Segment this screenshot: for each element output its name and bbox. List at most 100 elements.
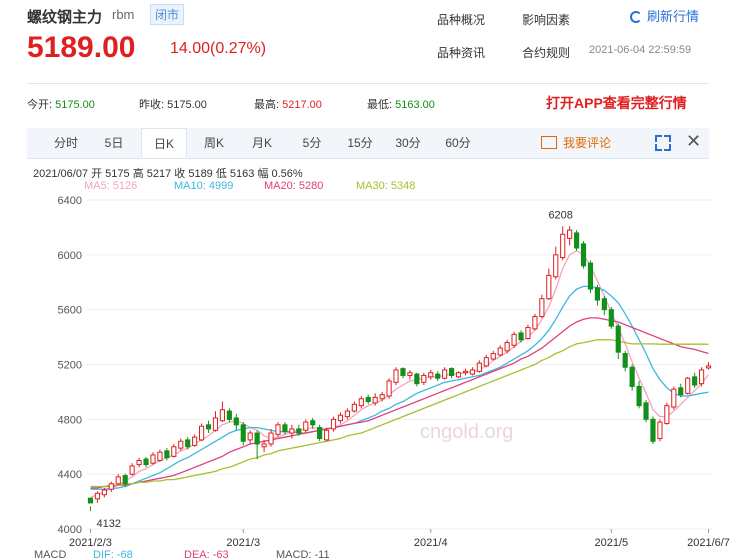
candle-body	[678, 387, 684, 396]
candle-body	[469, 369, 476, 375]
x-tick-label: 2021/5	[594, 537, 628, 549]
y-tick-label: 6400	[58, 195, 82, 207]
x-tick-label: 2021/3	[226, 537, 260, 549]
candle-body	[497, 347, 503, 356]
macd-label: DIF: -68	[93, 549, 133, 558]
candle-body	[247, 432, 253, 441]
candle-body	[324, 429, 330, 441]
min-price-label: 4132	[96, 518, 120, 530]
candle-body	[115, 476, 121, 485]
candle-body	[164, 450, 170, 459]
y-tick-label: 4400	[58, 469, 82, 481]
candle-body	[483, 357, 489, 367]
candle-body	[171, 446, 177, 457]
candle-body	[143, 458, 149, 466]
candle-body	[567, 229, 573, 239]
candle-body	[365, 396, 371, 403]
candle-body	[129, 465, 135, 475]
candle-body	[580, 243, 587, 267]
candle-body	[233, 417, 239, 426]
candle-body	[490, 353, 496, 360]
candle-body	[192, 436, 198, 446]
candle-body	[219, 409, 225, 422]
y-tick-label: 5600	[58, 305, 82, 317]
candle-body	[643, 402, 649, 420]
candle-body	[518, 332, 524, 341]
candle-body	[136, 459, 142, 466]
candle-body	[705, 365, 712, 369]
candle-body	[330, 418, 337, 430]
macd-label: MACD	[34, 549, 66, 558]
candle-body	[615, 325, 621, 353]
candle-body	[539, 298, 545, 318]
candle-body	[275, 424, 281, 435]
candle-body	[587, 262, 594, 290]
candle-body	[199, 425, 205, 441]
ma-line-ma5	[90, 249, 710, 499]
candle-body	[240, 424, 246, 442]
kline-chart[interactable]: 6400 6000 5600 5200 4800 4400 4000 cngold.org 20…	[0, 0, 731, 558]
candle-body	[636, 385, 642, 407]
candle-body	[629, 366, 635, 387]
y-tick-label: 5200	[58, 360, 82, 372]
candle-body	[449, 368, 455, 376]
candle-body	[261, 443, 267, 448]
candle-body	[511, 333, 517, 346]
candle-body	[699, 369, 705, 385]
candle-body	[421, 374, 427, 383]
y-tick-label: 4000	[58, 524, 82, 536]
candle-body	[122, 475, 128, 485]
candle-body	[601, 298, 607, 311]
candle-body	[157, 451, 163, 461]
candle-body	[622, 353, 628, 368]
candle-body	[386, 380, 392, 397]
candle-body	[379, 394, 385, 400]
candle-body	[553, 254, 559, 278]
x-tick-label: 2021/6/7	[687, 537, 730, 549]
candle-body	[664, 405, 670, 424]
candle-body	[212, 417, 219, 431]
candle-body	[594, 287, 600, 301]
candle-body	[560, 233, 566, 259]
candle-body	[692, 376, 698, 386]
max-price-label: 6208	[548, 209, 572, 221]
candle-body	[525, 326, 531, 339]
candle-body	[226, 410, 232, 420]
candle-body	[685, 377, 691, 394]
candle-body	[476, 362, 482, 372]
candle-body	[650, 418, 656, 442]
candle-body	[462, 370, 469, 374]
candle-body	[532, 316, 538, 330]
macd-label: MACD: -11	[276, 549, 330, 558]
candle-body	[94, 492, 101, 500]
candle-body	[407, 372, 413, 376]
macd-label: DEA: -63	[184, 549, 229, 558]
candle-body	[178, 440, 184, 449]
candle-body	[358, 398, 364, 407]
y-tick-label: 4800	[58, 414, 82, 426]
watermark-text: cngold.org	[420, 421, 513, 443]
candle-body	[442, 369, 448, 379]
candle-body	[455, 372, 462, 378]
candle-body	[205, 424, 212, 430]
candle-body	[393, 369, 399, 383]
candle-body	[101, 489, 107, 496]
candle-body	[344, 410, 351, 418]
candle-body	[108, 483, 114, 490]
candle-body	[310, 420, 316, 426]
candle-body	[671, 388, 677, 408]
candle-body	[185, 439, 191, 448]
candle-body	[657, 421, 663, 440]
candle-body	[268, 432, 274, 445]
candle-body	[351, 403, 357, 412]
candle-body	[504, 342, 510, 352]
candle-body	[254, 432, 260, 445]
candle-body	[337, 414, 344, 422]
candle-body	[317, 427, 323, 440]
x-tick-label: 2021/2/3	[69, 537, 112, 549]
x-tick-label: 2021/4	[414, 537, 448, 549]
candle-body	[414, 373, 420, 385]
candle-body	[150, 454, 156, 464]
candle-body	[296, 428, 302, 434]
candle-body	[428, 372, 434, 378]
